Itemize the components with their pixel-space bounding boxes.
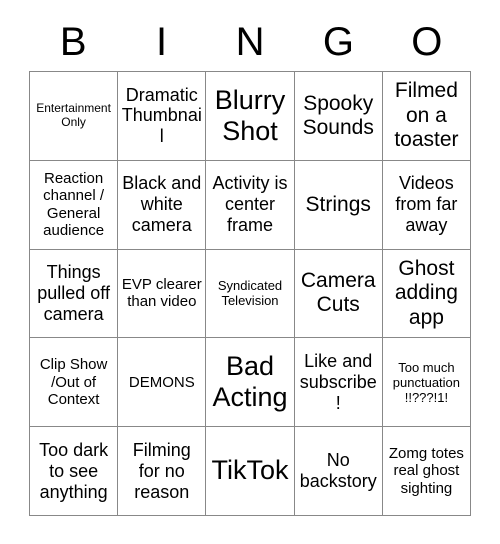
bingo-cell[interactable]: Clip Show /Out of Context — [30, 338, 119, 428]
bingo-cell[interactable]: DEMONS — [118, 338, 207, 428]
bingo-cell-label: Reaction channel / General audience — [43, 169, 105, 240]
bingo-cell-label: Too dark to see anything — [39, 439, 109, 502]
bingo-cell[interactable]: Entertainment Only — [30, 72, 119, 161]
bingo-cell-label: Activity is center frame — [212, 173, 288, 236]
bingo-cell-label: Entertainment Only — [36, 100, 111, 129]
bingo-cell[interactable]: Like and subscribe! — [294, 338, 383, 428]
bingo-cell[interactable]: Too dark to see anything — [30, 427, 119, 516]
bingo-cell[interactable]: No backstory — [294, 427, 383, 516]
bingo-cell[interactable]: Too much punctuation !!???!1! — [382, 338, 472, 428]
bingo-cell[interactable]: Dramatic Thumbnail — [118, 72, 207, 161]
bingo-cell[interactable]: Activity is center frame — [206, 160, 295, 250]
bingo-cell[interactable]: Filmed on a toaster — [382, 72, 472, 161]
bingo-header-letter: G — [322, 19, 354, 64]
bingo-cell-label: Filming for no reason — [132, 439, 191, 502]
bingo-row: Reaction channel / General audience Black… — [30, 160, 472, 250]
bingo-cell-label: Blurry Shot — [214, 84, 286, 146]
bingo-cell-label: Dramatic Thumbnail — [121, 84, 202, 147]
bingo-cell[interactable]: Black and white camera — [118, 160, 207, 250]
bingo-cell-label: Strings — [305, 192, 371, 216]
bingo-cell[interactable]: Bad Acting — [206, 338, 295, 428]
bingo-cell[interactable]: Blurry Shot — [206, 72, 295, 161]
bingo-row: Things pulled off camera EVP clearer than… — [30, 249, 472, 339]
bingo-cell-label: Filmed on a toaster — [394, 79, 459, 152]
bingo-cell[interactable]: Reaction channel / General audience — [30, 160, 119, 250]
bingo-cell[interactable]: Strings — [294, 160, 383, 250]
bingo-header-letter: N — [235, 19, 265, 64]
bingo-cell[interactable]: Filming for no reason — [118, 427, 207, 516]
bingo-cell[interactable]: Zomg totes real ghost sighting — [382, 427, 472, 516]
bingo-cell[interactable]: Ghost adding app — [382, 249, 472, 339]
bingo-header-letter: O — [411, 19, 443, 64]
bingo-cell-label: Camera Cuts — [300, 269, 376, 317]
bingo-cell-label: Spooky Sounds — [302, 91, 374, 139]
bingo-cell-label: Syndicated Television — [217, 278, 283, 309]
bingo-cell-label: Black and white camera — [122, 173, 202, 236]
bingo-cell-label: DEMONS — [128, 373, 195, 391]
bingo-row: Clip Show /Out of Context DEMONS Bad Actin… — [30, 338, 472, 428]
bingo-header-letter: I — [156, 19, 168, 64]
bingo-card: B I N G O Entertainment Only Dramatic Thumbna… — [29, 12, 472, 516]
bingo-row: Entertainment Only Dramatic Thumbnail Blur… — [30, 72, 472, 161]
bingo-cell[interactable]: Videos from far away — [382, 160, 472, 250]
bingo-grid: Entertainment Only Dramatic Thumbnail Blur… — [29, 71, 472, 516]
bingo-cell-label: Clip Show /Out of Context — [39, 356, 108, 408]
bingo-cell-label: No backstory — [299, 450, 377, 492]
bingo-cell-label: Videos from far away — [395, 173, 458, 236]
bingo-cell[interactable]: Spooky Sounds — [294, 72, 383, 161]
bingo-cell-label: TikTok — [211, 455, 289, 486]
bingo-row: Too dark to see anything Filming for no r… — [30, 427, 472, 516]
bingo-cell-label: Ghost adding app — [394, 256, 458, 329]
bingo-header-row: BINGO — [29, 12, 471, 71]
bingo-cell-label: Things pulled off camera — [37, 262, 110, 324]
bingo-cell[interactable]: TikTok — [206, 427, 295, 516]
bingo-cell[interactable]: Syndicated Television — [206, 249, 295, 339]
bingo-cell-label: Zomg totes real ghost sighting — [388, 445, 464, 497]
bingo-cell[interactable]: Things pulled off camera — [30, 249, 119, 339]
bingo-cell-label: Too much punctuation !!???!1! — [392, 359, 461, 405]
bingo-header-letter: B — [59, 19, 87, 64]
bingo-cell-label: EVP clearer than video — [121, 276, 202, 311]
bingo-cell-label: Like and subscribe! — [299, 350, 377, 413]
bingo-cell[interactable]: EVP clearer than video — [118, 249, 207, 339]
bingo-cell-label: Bad Acting — [212, 350, 288, 413]
bingo-cell[interactable]: Camera Cuts — [294, 249, 383, 339]
